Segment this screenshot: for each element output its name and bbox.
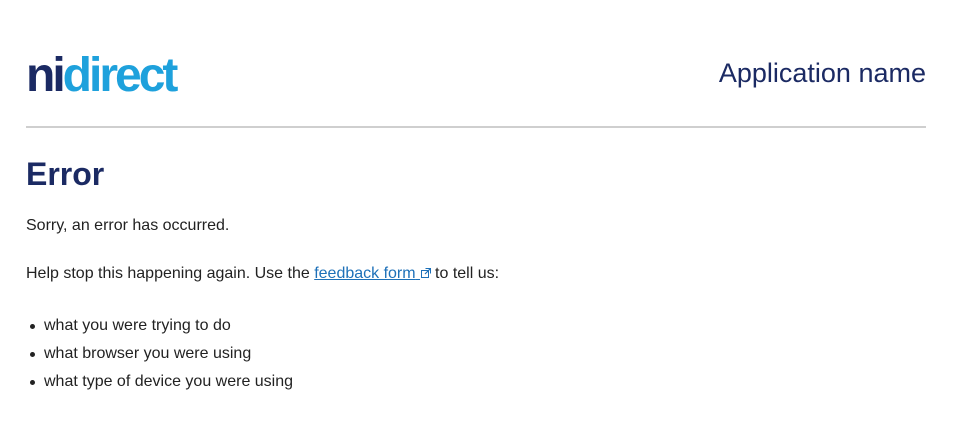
nidirect-logo[interactable]: nidirect xyxy=(26,49,179,102)
site-header: nidirect Application name xyxy=(26,52,926,102)
help-text-before-link: Help stop this happening again. Use the xyxy=(26,265,315,282)
list-item-text: what you were trying to do xyxy=(44,317,231,334)
page-title: Error xyxy=(26,156,105,192)
list-item: what browser you were using xyxy=(26,340,293,368)
feedback-form-link[interactable]: feedback form xyxy=(314,265,435,282)
bullet-icon xyxy=(30,352,35,357)
list-item-text: what browser you were using xyxy=(44,345,252,362)
logo-part-direct: direct xyxy=(62,49,179,102)
bullet-icon xyxy=(30,380,35,385)
application-name: Application name xyxy=(718,58,926,88)
list-item: what type of device you were using xyxy=(26,368,293,396)
bullet-icon xyxy=(30,324,35,329)
reasons-list: what you were trying to do what browser … xyxy=(26,312,293,396)
help-text-after-link: to tell us: xyxy=(435,265,500,282)
error-message: Sorry, an error has occurred. xyxy=(26,217,230,234)
error-page: nidirect Application name Error Sorry, a… xyxy=(0,0,953,427)
feedback-form-link-label: feedback form xyxy=(314,265,416,282)
main-content: Error Sorry, an error has occurred. Help… xyxy=(26,154,926,390)
help-text: Help stop this happening again. Use the … xyxy=(26,264,499,284)
list-item: what you were trying to do xyxy=(26,312,293,340)
header-divider xyxy=(26,126,926,128)
list-item-text: what type of device you were using xyxy=(44,373,294,390)
external-link-icon xyxy=(421,268,432,278)
logo-part-ni: ni xyxy=(26,49,66,102)
